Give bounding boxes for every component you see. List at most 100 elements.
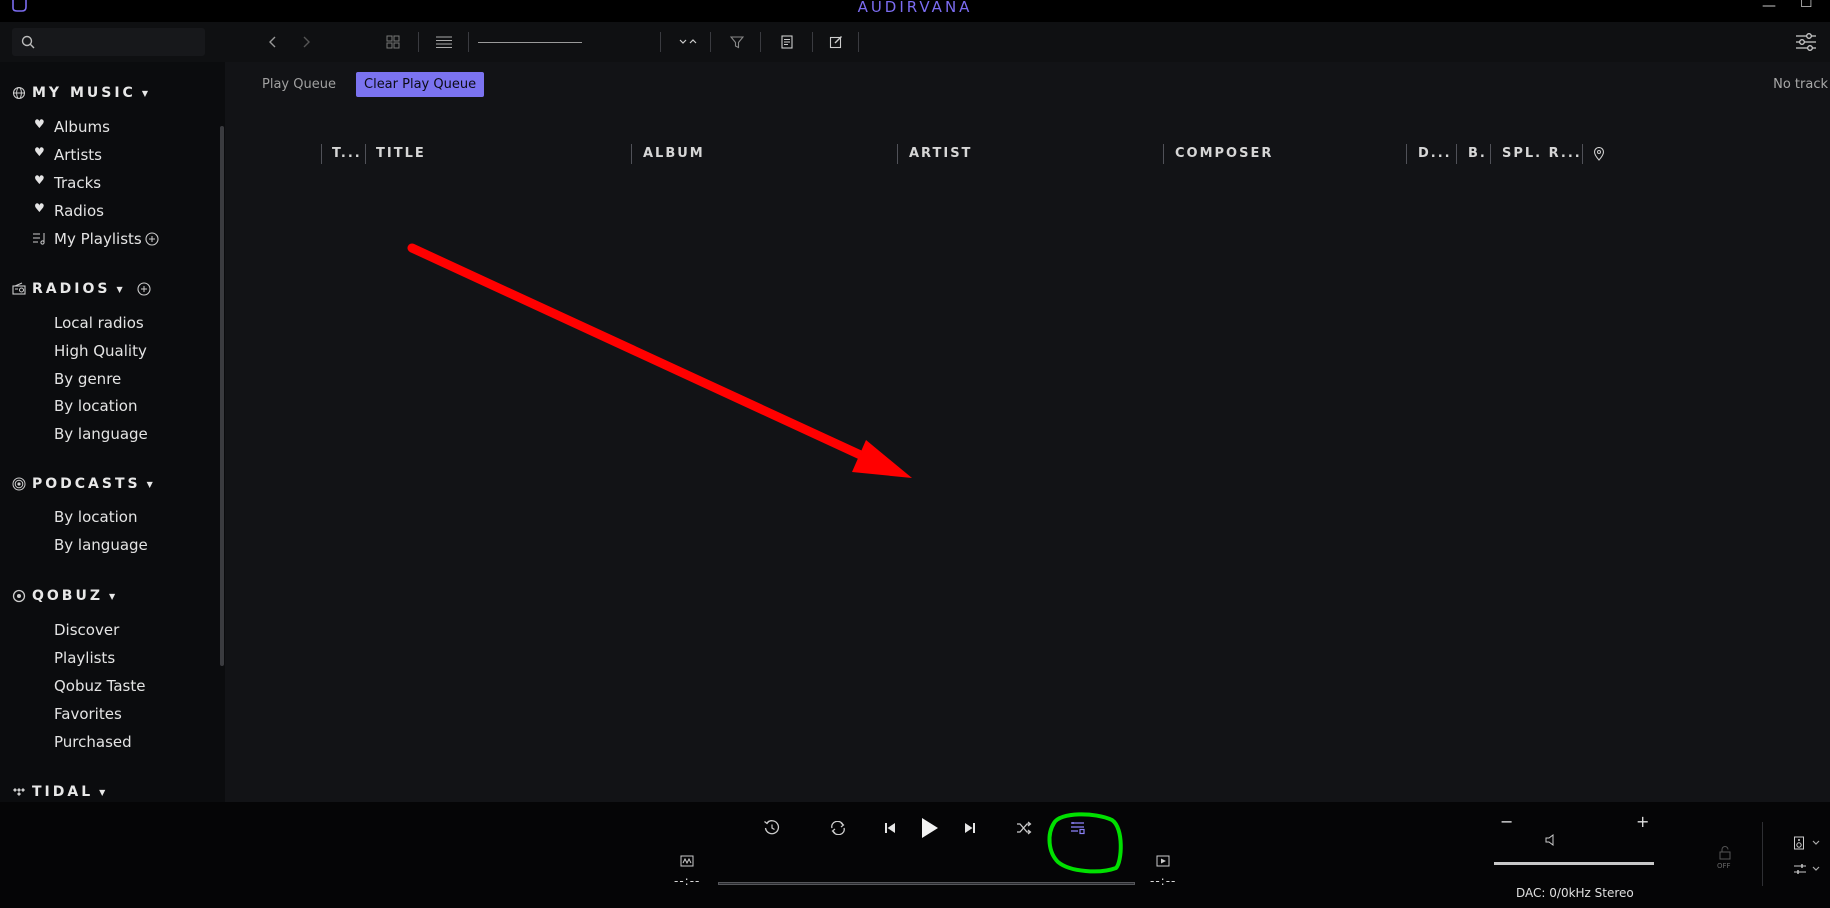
title-bar: AUDIRVANA — ☐ [0,0,1830,22]
chevron-down-icon [1812,840,1820,845]
replay-button[interactable] [762,818,782,838]
sidebar-item-albums[interactable]: Albums [54,118,110,136]
repeat-icon [831,821,845,835]
column-header-track-number[interactable]: T... [332,146,362,161]
sidebar-item-by-genre[interactable]: By genre [54,370,121,388]
tab-play-queue[interactable]: Play Queue [262,77,336,92]
play-button[interactable] [918,814,942,842]
sidebar-item-tracks[interactable]: Tracks [54,174,101,192]
list-icon [436,36,452,48]
sidebar-item-qobuz-taste[interactable]: Qobuz Taste [54,677,145,695]
progress-bar[interactable] [718,882,1135,885]
sidebar-item-favorites[interactable]: Favorites [54,705,122,723]
column-separator[interactable] [1582,144,1583,164]
column-separator[interactable] [365,144,366,164]
column-separator[interactable] [1490,144,1491,164]
toolbar-separator [418,32,419,52]
zoom-slider[interactable] [478,42,582,43]
speaker-icon [1545,834,1554,846]
sidebar-item-purchased[interactable]: Purchased [54,733,132,751]
sidebar-item-by-language[interactable]: By language [54,425,148,443]
forward-button[interactable] [295,31,317,53]
toolbar-separator [660,32,661,52]
column-header-composer[interactable]: COMPOSER [1175,146,1273,161]
track-info-button[interactable] [776,31,798,53]
sidebar-scrollbar[interactable] [220,126,224,666]
sidebar-item-my-playlists[interactable]: My Playlists [54,230,142,248]
column-separator[interactable] [1406,144,1407,164]
column-separator[interactable] [1163,144,1164,164]
edit-icon [829,36,842,49]
sidebar-item-artists[interactable]: Artists [54,146,102,164]
next-track-button[interactable] [960,818,980,838]
play-next-icon [1156,855,1170,867]
sidebar-item-podcasts-by-location[interactable]: By location [54,508,137,526]
sidebar-item-by-location[interactable]: By location [54,397,137,415]
qobuz-icon [12,589,26,603]
grid-view-button[interactable] [382,31,404,53]
column-separator[interactable] [321,144,322,164]
waveform-button[interactable] [678,852,696,870]
maximize-button[interactable]: ☐ [1800,0,1813,10]
section-my-music[interactable]: MY MUSIC ▼ [12,85,148,101]
toolbar-separator [760,32,761,52]
column-header-sample-rate[interactable]: SPL. R... [1502,146,1582,161]
search-box[interactable] [12,28,205,56]
search-input[interactable] [46,32,196,52]
section-qobuz[interactable]: QOBUZ ▼ [12,588,115,604]
column-separator[interactable] [631,144,632,164]
play-queue-button[interactable] [1066,816,1090,840]
toolbar-separator [858,32,859,52]
sidebar-item-podcasts-by-language[interactable]: By language [54,536,148,554]
playlist-icon [33,233,45,245]
sidebar-item-radios[interactable]: Radios [54,202,104,220]
volume-up-button[interactable]: + [1636,812,1649,831]
column-separator[interactable] [897,144,898,164]
eq-settings-button[interactable] [1790,860,1824,878]
sidebar-item-high-quality[interactable]: High Quality [54,342,147,360]
column-header-artist[interactable]: ARTIST [909,146,972,161]
column-separator[interactable] [1456,144,1457,164]
section-radios[interactable]: RADIOS ▼ [12,281,151,297]
sidebar-item-local-radios[interactable]: Local radios [54,314,144,332]
back-button[interactable] [262,31,284,53]
next-in-queue-button[interactable] [1154,852,1172,870]
repeat-button[interactable] [828,818,848,838]
section-title: PODCASTS [32,476,141,492]
sliders-icon [1796,33,1816,51]
section-tidal[interactable]: TIDAL ▼ [12,784,105,800]
lock-open-icon[interactable] [1719,846,1731,860]
output-device-button[interactable] [1790,834,1824,852]
list-view-button[interactable] [433,31,455,53]
volume-slider[interactable] [1494,862,1654,865]
sidebar-item-discover[interactable]: Discover [54,621,119,639]
column-header-duration[interactable]: D... [1418,146,1452,161]
player-bar: --:-- --:-- − + DAC: 0/0kHz Stereo OFF [0,802,1830,908]
volume-down-button[interactable]: − [1500,812,1513,831]
podcast-icon [12,477,26,491]
column-header-bitrate[interactable]: B. [1468,146,1487,161]
add-radio-icon[interactable] [137,282,151,296]
caret-down-icon: ▼ [146,479,153,489]
edit-button[interactable] [825,31,847,53]
filter-button[interactable] [726,31,748,53]
sort-chevrons-icon [679,39,697,44]
radio-icon [12,282,26,295]
add-playlist-icon[interactable] [145,232,159,246]
column-header-album[interactable]: ALBUM [643,146,705,161]
shuffle-button[interactable] [1014,818,1034,838]
settings-sliders-button[interactable] [1795,31,1817,53]
search-icon [21,35,35,49]
previous-track-button[interactable] [880,818,900,838]
caret-down-icon: ▼ [116,284,123,294]
column-header-title[interactable]: TITLE [376,146,426,161]
clear-play-queue-button[interactable]: Clear Play Queue [356,72,485,97]
sidebar-item-qobuz-playlists[interactable]: Playlists [54,649,115,667]
sort-button[interactable] [675,31,701,53]
elapsed-time: --:-- [674,874,701,888]
location-pin-icon[interactable] [1593,147,1605,161]
section-podcasts[interactable]: PODCASTS ▼ [12,476,153,492]
shuffle-icon [1017,821,1032,835]
minimize-button[interactable]: — [1762,0,1776,13]
speaker-device-icon [1794,836,1804,850]
